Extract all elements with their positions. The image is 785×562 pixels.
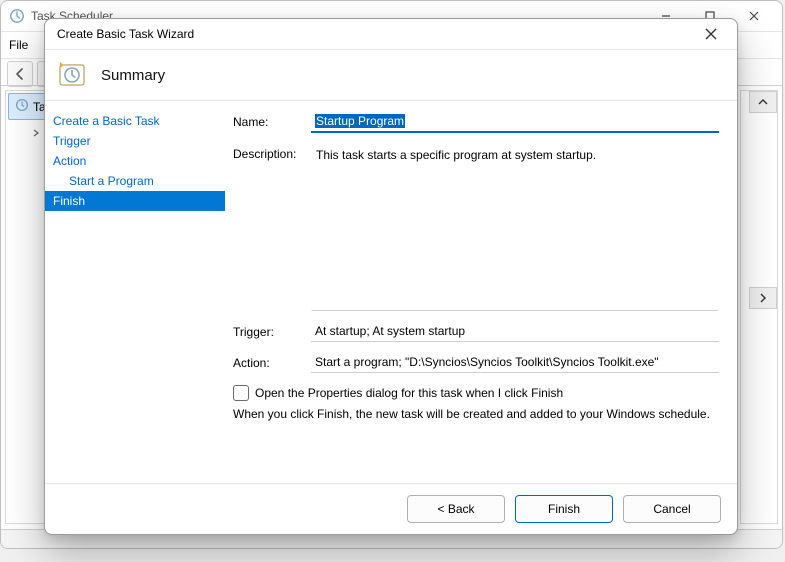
description-input[interactable]: This task starts a specific program at s… (311, 143, 719, 311)
wizard-header: Summary (45, 50, 737, 101)
wizard-title: Create Basic Task Wizard (57, 27, 194, 41)
close-button[interactable] (732, 2, 776, 30)
clock-icon (15, 98, 29, 115)
scroll-up-button[interactable] (749, 91, 777, 113)
wizard-icon (57, 60, 87, 90)
actions-pane (740, 90, 778, 524)
label-trigger: Trigger: (233, 321, 311, 339)
back-button[interactable]: < Back (407, 495, 505, 523)
label-name: Name: (233, 111, 311, 129)
cancel-button[interactable]: Cancel (623, 495, 721, 523)
wizard-form: Name: Startup Program Description: This … (225, 101, 737, 484)
scroll-right-button[interactable] (749, 287, 777, 309)
label-action: Action: (233, 352, 311, 370)
finish-note: When you click Finish, the new task will… (233, 407, 719, 421)
app-icon (9, 8, 25, 24)
open-properties-label: Open the Properties dialog for this task… (255, 386, 563, 400)
step-start-program[interactable]: Start a Program (45, 171, 225, 191)
step-trigger[interactable]: Trigger (45, 131, 225, 151)
finish-button[interactable]: Finish (515, 495, 613, 523)
wizard-titlebar: Create Basic Task Wizard (45, 19, 737, 50)
wizard-heading: Summary (101, 67, 165, 84)
wizard-close-button[interactable] (693, 21, 729, 47)
step-finish[interactable]: Finish (45, 191, 225, 211)
open-properties-checkbox[interactable] (233, 385, 249, 401)
name-input[interactable]: Startup Program (311, 111, 719, 133)
step-action[interactable]: Action (45, 151, 225, 171)
wizard-dialog: Create Basic Task Wizard Summary Create … (44, 18, 738, 535)
nav-back-button[interactable] (7, 61, 33, 87)
label-description: Description: (233, 143, 311, 161)
wizard-footer: < Back Finish Cancel (45, 483, 737, 534)
step-create-basic-task[interactable]: Create a Basic Task (45, 111, 225, 131)
wizard-steps: Create a Basic Task Trigger Action Start… (45, 101, 225, 484)
menu-file[interactable]: File (9, 38, 28, 52)
action-value: Start a program; "D:\Syncios\Syncios Too… (311, 352, 719, 373)
trigger-value: At startup; At system startup (311, 321, 719, 342)
chevron-right-icon (32, 126, 40, 140)
